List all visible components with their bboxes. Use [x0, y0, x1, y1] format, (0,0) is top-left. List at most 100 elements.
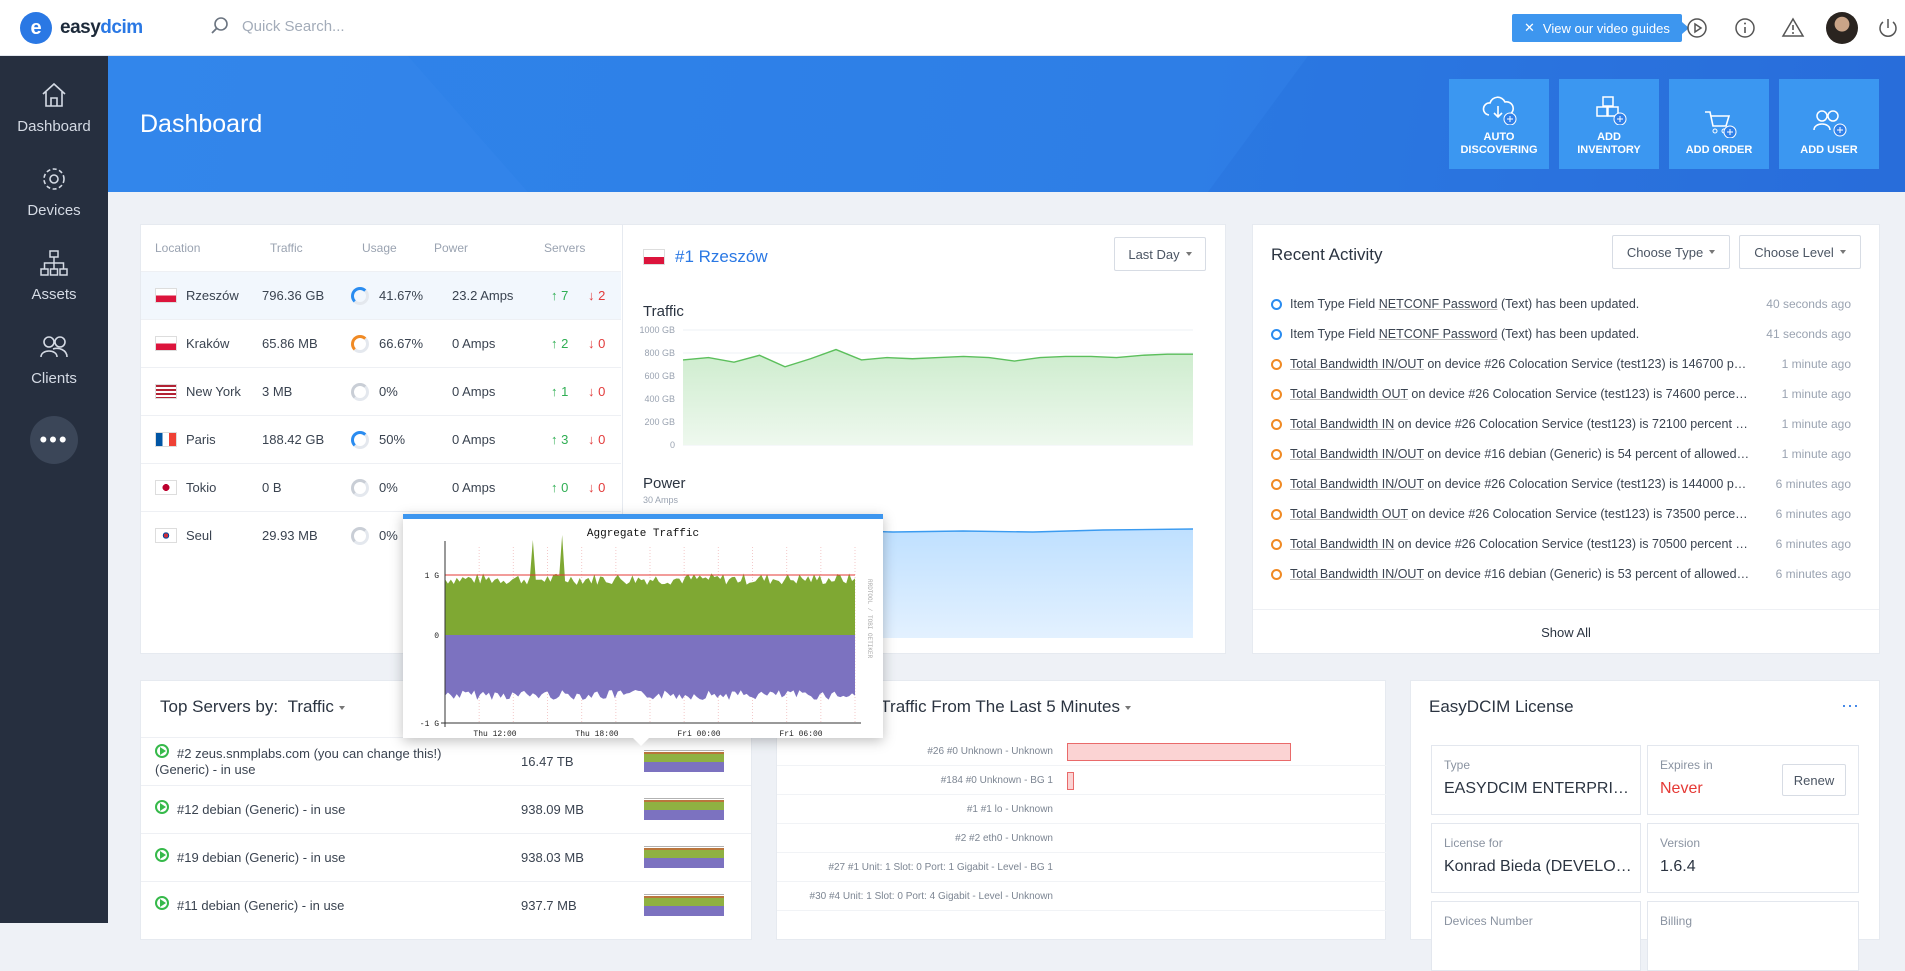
port-label: #27 #1 Unit: 1 Slot: 0 Port: 1 Gigabit -… — [828, 862, 1053, 873]
server-row[interactable]: #19 debian (Generic) - in use 938.03 MB — [141, 833, 751, 881]
server-name[interactable]: #19 debian (Generic) - in use — [155, 850, 455, 866]
sidebar-item-dashboard[interactable]: Dashboard — [0, 80, 108, 135]
server-traffic: 938.09 MB — [521, 802, 584, 817]
close-icon[interactable]: ✕ — [1524, 20, 1535, 36]
port-bar — [1067, 772, 1074, 790]
port-row: #26 #0 Unknown - Unknown — [777, 737, 1387, 766]
port-label: #30 #4 Unit: 1 Slot: 0 Port: 4 Gigabit -… — [809, 891, 1053, 902]
usage-gauge-icon — [351, 286, 369, 305]
activity-item: Total Bandwidth IN/OUT on device #26 Col… — [1271, 469, 1851, 499]
warning-icon[interactable] — [1781, 16, 1805, 40]
activity-text: Item Type Field NETCONF Password (Text) … — [1290, 297, 1640, 311]
location-traffic: 65.86 MB — [262, 336, 318, 351]
play-circle-icon[interactable] — [1685, 16, 1709, 40]
top-servers-title: Top Servers by: Traffic — [160, 697, 345, 717]
location-name: Seul — [186, 528, 213, 543]
location-row[interactable]: Kraków 65.86 MB 66.67% 0 Amps ↑ 2 ↓ 0 — [141, 319, 621, 367]
info-icon[interactable] — [1733, 16, 1757, 40]
activity-time: 41 seconds ago — [1766, 327, 1851, 341]
port-label: #26 #0 Unknown - Unknown — [927, 746, 1053, 757]
location-row[interactable]: Paris 188.42 GB 50% 0 Amps ↑ 3 ↓ 0 — [141, 415, 621, 463]
servers-down: ↓ 0 — [588, 384, 606, 399]
server-traffic: 937.7 MB — [521, 898, 577, 913]
video-guides-link[interactable]: View our video guides — [1543, 21, 1670, 36]
activity-link[interactable]: Total Bandwidth IN — [1290, 537, 1394, 551]
activity-item: Total Bandwidth IN on device #26 Colocat… — [1271, 529, 1851, 559]
metric-select[interactable]: Traffic — [288, 697, 334, 716]
add-user-button[interactable]: ADD USER — [1779, 79, 1879, 169]
activity-link[interactable]: Total Bandwidth OUT — [1290, 507, 1408, 521]
servers-down: ↓ 0 — [588, 432, 606, 447]
chevron-down-icon — [1185, 252, 1192, 256]
renew-button[interactable]: Renew — [1782, 764, 1846, 796]
more-menu-button[interactable]: ••• — [30, 416, 78, 464]
auto-discovering-button[interactable]: AUTO DISCOVERING — [1449, 79, 1549, 169]
flag-kr-icon — [155, 528, 177, 543]
activity-link[interactable]: Total Bandwidth IN — [1290, 417, 1394, 431]
location-usage: 41.67% — [379, 288, 424, 303]
range-select[interactable]: Last Day — [1114, 237, 1206, 271]
popup-title: Aggregate Traffic — [587, 528, 699, 540]
activity-link[interactable]: Total Bandwidth IN/OUT — [1290, 447, 1424, 461]
server-name[interactable]: #11 debian (Generic) - in use — [155, 898, 455, 914]
activity-link[interactable]: Total Bandwidth OUT — [1290, 387, 1408, 401]
sparkline — [644, 894, 724, 916]
type-filter[interactable]: Choose Type — [1612, 235, 1730, 269]
activity-time: 40 seconds ago — [1766, 297, 1851, 311]
cubes-icon — [1596, 96, 1627, 125]
sitemap-icon — [40, 250, 68, 276]
show-all-link[interactable]: Show All — [1253, 609, 1879, 654]
activity-item: Total Bandwidth IN/OUT on device #16 deb… — [1271, 439, 1851, 469]
video-guides-banner[interactable]: ✕ View our video guides — [1512, 14, 1689, 42]
activity-item: Total Bandwidth OUT on device #26 Coloca… — [1271, 499, 1851, 529]
license-title: EasyDCIM License — [1429, 697, 1574, 716]
activity-link[interactable]: NETCONF Password — [1379, 297, 1498, 311]
server-traffic: 16.47 TB — [521, 754, 574, 769]
sidebar-item-assets[interactable]: Assets — [0, 248, 108, 303]
sidebar-item-label: Devices — [27, 202, 81, 219]
sparkline — [644, 798, 724, 820]
activity-link[interactable]: NETCONF Password — [1379, 327, 1498, 341]
server-row[interactable]: #11 debian (Generic) - in use 937.7 MB — [141, 881, 751, 929]
sidebar-item-clients[interactable]: Clients — [0, 332, 108, 387]
location-usage: 66.67% — [379, 336, 424, 351]
aggregate-traffic-graph: Aggregate Traffic RRDTOOL / TOBI OETIKER… — [420, 528, 873, 739]
traffic-tick: 1000 GB — [639, 325, 675, 335]
server-name[interactable]: #12 debian (Generic) - in use — [155, 802, 455, 818]
traffic-tick: 600 GB — [644, 371, 675, 381]
server-row[interactable]: #2 zeus.snmplabs.com (you can change thi… — [141, 737, 751, 785]
activity-link[interactable]: Total Bandwidth IN/OUT — [1290, 567, 1424, 581]
ports-title: rts Traffic From The Last 5 Minutes — [857, 697, 1131, 717]
location-row[interactable]: Tokio 0 B 0% 0 Amps ↑ 0 ↓ 0 — [141, 463, 621, 511]
activity-item: Total Bandwidth IN/OUT on device #16 deb… — [1271, 559, 1851, 589]
sidebar-item-devices[interactable]: Devices — [0, 164, 108, 219]
server-row[interactable]: #12 debian (Generic) - in use 938.09 MB — [141, 785, 751, 833]
flag-us-icon — [155, 384, 177, 399]
search-input[interactable]: Quick Search... — [242, 18, 345, 35]
location-title[interactable]: #1 Rzeszów — [675, 247, 768, 267]
license-more-button[interactable]: ··· — [1841, 695, 1859, 716]
sidebar-item-label: Assets — [31, 286, 77, 303]
server-name[interactable]: #2 zeus.snmplabs.com (you can change thi… — [155, 746, 455, 778]
license-card: EasyDCIM License ··· Type EASYDCIM ENTERP… — [1410, 680, 1880, 971]
location-traffic: 796.36 GB — [262, 288, 325, 303]
quick-search[interactable]: Quick Search... — [210, 16, 345, 36]
power-icon[interactable] — [1876, 16, 1900, 40]
license-expires: Expires in Never Renew — [1647, 745, 1859, 815]
activity-item: Item Type Field NETCONF Password (Text) … — [1271, 289, 1851, 319]
power-label: Power — [643, 475, 686, 492]
activity-link[interactable]: Total Bandwidth IN/OUT — [1290, 357, 1424, 371]
status-dot-icon — [1271, 418, 1282, 430]
level-filter[interactable]: Choose Level — [1739, 235, 1861, 269]
activity-time: 1 minute ago — [1781, 387, 1851, 401]
usage-gauge-icon — [351, 526, 369, 545]
location-row[interactable]: Rzeszów 796.36 GB 41.67% 23.2 Amps ↑ 7 ↓… — [141, 271, 621, 319]
logo[interactable]: e easydcim — [20, 12, 143, 44]
add-inventory-button[interactable]: ADD INVENTORY — [1559, 79, 1659, 169]
location-row[interactable]: New York 3 MB 0% 0 Amps ↑ 1 ↓ 0 — [141, 367, 621, 415]
activity-text: Total Bandwidth IN/OUT on device #26 Col… — [1290, 477, 1750, 491]
avatar[interactable] — [1826, 12, 1858, 44]
col-location: Location — [155, 241, 201, 255]
activity-link[interactable]: Total Bandwidth IN/OUT — [1290, 477, 1424, 491]
add-order-button[interactable]: ADD ORDER — [1669, 79, 1769, 169]
